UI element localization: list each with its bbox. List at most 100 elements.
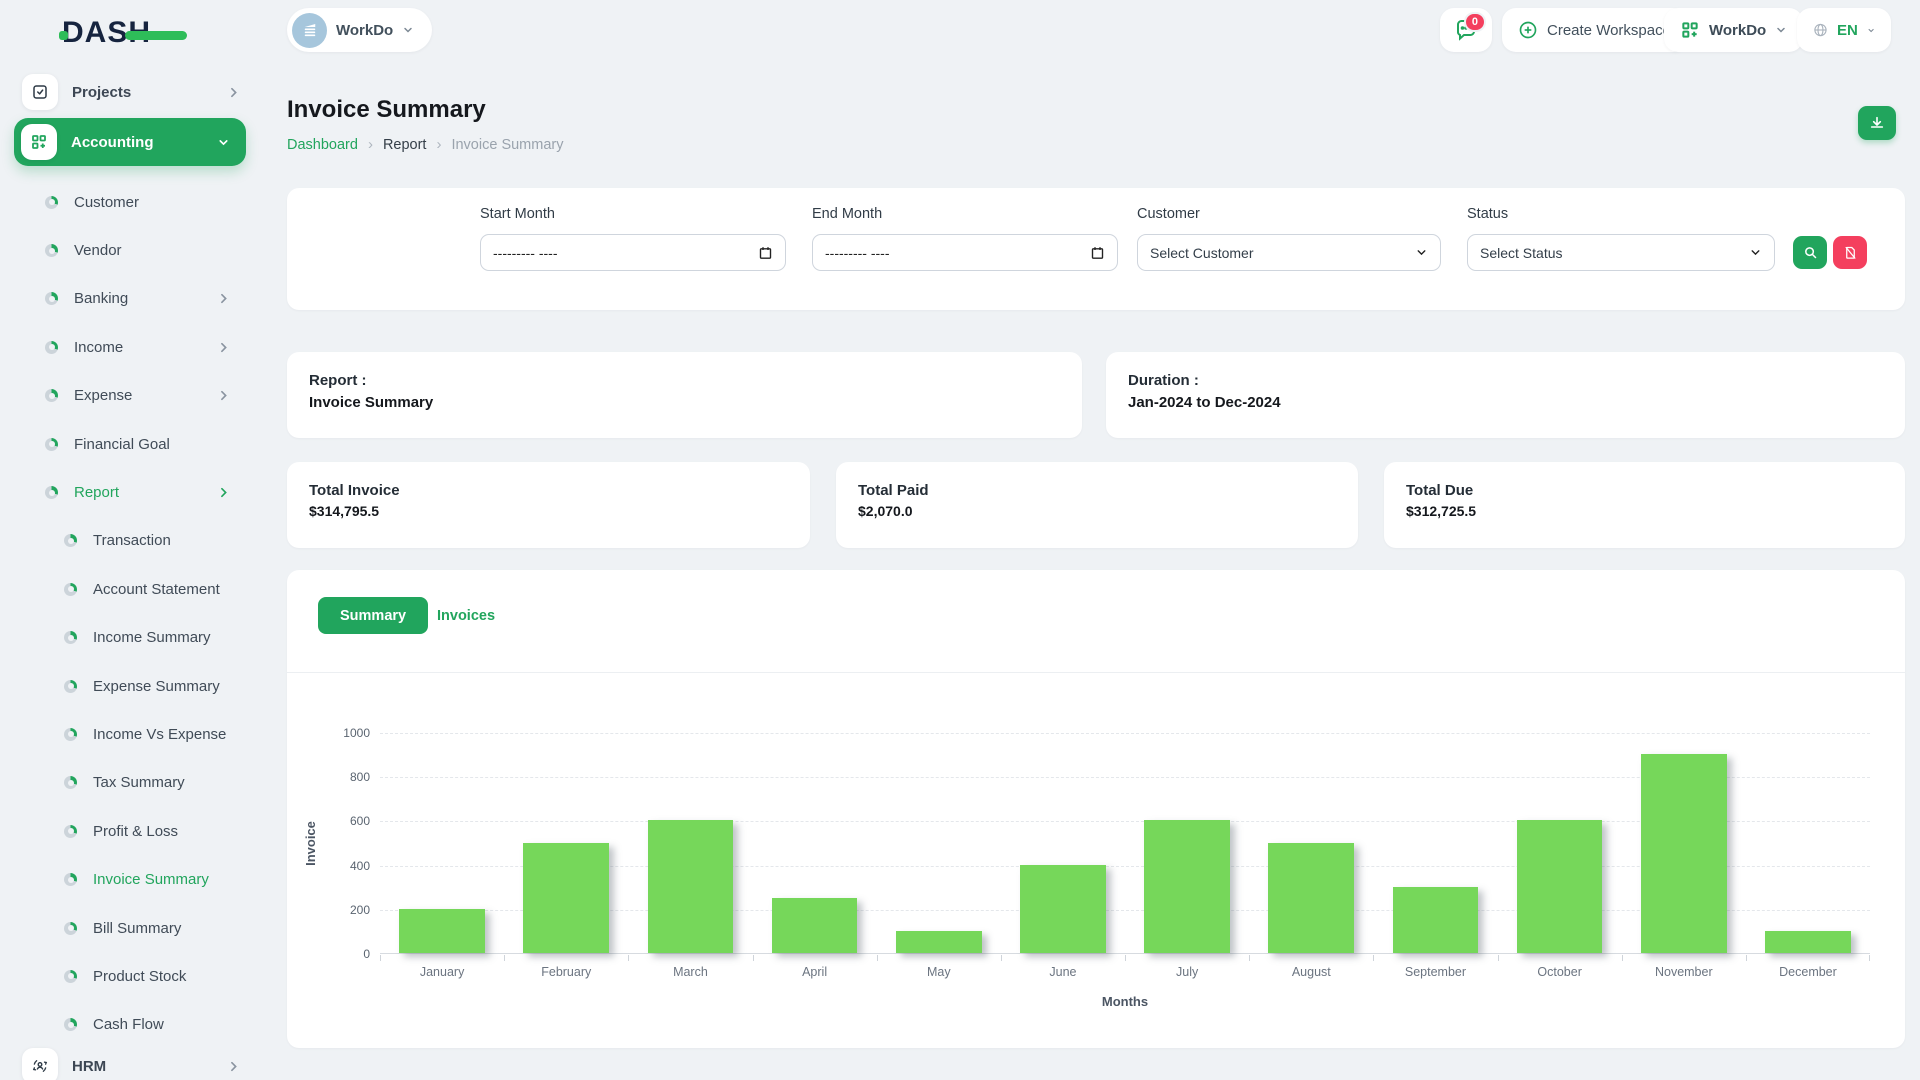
bullet-donut-icon (45, 292, 58, 305)
apply-filter-button[interactable] (1793, 236, 1827, 269)
chevron-down-icon (1867, 25, 1875, 36)
logo-dot (59, 31, 68, 40)
start-month-input[interactable]: --------- ---- (480, 234, 786, 271)
chart-bar-february[interactable] (523, 843, 609, 954)
sidebar-item-vendor[interactable]: Vendor (0, 226, 262, 274)
sidebar-item-account-statement[interactable]: Account Statement (0, 565, 262, 613)
bullet-donut-icon (64, 680, 77, 693)
sidebar-item-income-summary[interactable]: Income Summary (0, 614, 262, 662)
bar-slot (380, 733, 504, 953)
sidebar-item-product-stock[interactable]: Product Stock (0, 952, 262, 1000)
stat-card-total-due: Total Due $312,725.5 (1384, 462, 1905, 548)
bar-slot (753, 733, 877, 953)
workdo-menu-label: WorkDo (1709, 22, 1766, 39)
bar-slot (1746, 733, 1870, 953)
sidebar-item-tax-summary[interactable]: Tax Summary (0, 759, 262, 807)
sidebar-item-bill-summary[interactable]: Bill Summary (0, 904, 262, 952)
hrm-icon-box (22, 1048, 58, 1080)
sidebar-item-label: Income (74, 339, 123, 356)
sidebar-item-profit-loss[interactable]: Profit & Loss (0, 807, 262, 855)
chart-bar-september[interactable] (1393, 887, 1479, 953)
stat-label: Total Due (1406, 482, 1883, 499)
chat-icon-wrap: 0 (1454, 18, 1478, 42)
calendar-icon (758, 245, 773, 260)
sidebar-item-income[interactable]: Income (0, 323, 262, 371)
workspace-avatar (292, 13, 327, 48)
chart-bar-june[interactable] (1020, 865, 1106, 953)
y-axis-tick-label: 1000 (324, 726, 370, 740)
x-axis-tick-label: November (1622, 955, 1746, 979)
sidebar-item-label: Invoice Summary (93, 871, 209, 888)
grid-plus-icon (30, 133, 48, 151)
bullet-donut-icon (64, 631, 77, 644)
create-workspace-button[interactable]: Create Workspace (1502, 8, 1687, 52)
workspace-selector[interactable]: WorkDo (287, 8, 432, 52)
sidebar-item-transaction[interactable]: Transaction (0, 517, 262, 565)
report-name-card: Report : Invoice Summary (287, 352, 1082, 438)
download-report-button[interactable] (1858, 106, 1896, 140)
search-icon (1803, 245, 1818, 260)
logo-dash-bar (125, 31, 187, 40)
bar-slot (1373, 733, 1497, 953)
sidebar-item-hrm[interactable]: HRM (0, 1044, 262, 1080)
language-code: EN (1837, 22, 1858, 39)
y-axis-tick-label: 400 (324, 859, 370, 873)
sidebar-item-label: Tax Summary (93, 774, 185, 791)
sidebar-item-label: Expense Summary (93, 678, 220, 695)
sidebar-item-invoice-summary[interactable]: Invoice Summary (0, 855, 262, 903)
stat-card-total-invoice: Total Invoice $314,795.5 (287, 462, 810, 548)
x-axis-tick-label: September (1373, 955, 1497, 979)
x-axis-tick-label: February (504, 955, 628, 979)
tab-invoices[interactable]: Invoices (425, 597, 507, 634)
sidebar-item-accounting[interactable]: Accounting (14, 118, 246, 166)
messages-button[interactable]: 0 (1440, 8, 1492, 52)
globe-icon (1813, 20, 1828, 40)
chart-bar-november[interactable] (1641, 754, 1727, 953)
workdo-menu-button[interactable]: WorkDo (1664, 8, 1803, 52)
reset-filter-button[interactable] (1833, 236, 1867, 269)
bar-slot (1001, 733, 1125, 953)
chart-bar-january[interactable] (399, 909, 485, 953)
sidebar-item-income-vs-expense[interactable]: Income Vs Expense (0, 710, 262, 758)
x-axis-tick-label: August (1249, 955, 1373, 979)
sidebar-item-label: Vendor (74, 242, 122, 259)
sidebar-item-customer[interactable]: Customer (0, 178, 262, 226)
chevron-right-icon (217, 341, 230, 354)
x-axis-tick-label: June (1001, 955, 1125, 979)
sidebar-item-expense-summary[interactable]: Expense Summary (0, 662, 262, 710)
breadcrumb-dashboard[interactable]: Dashboard (287, 137, 358, 153)
chart-bar-may[interactable] (896, 931, 982, 953)
chart-plot-area: 02004006008001000 (380, 733, 1870, 954)
hrm-label: HRM (72, 1058, 106, 1075)
sidebar-item-projects[interactable]: Projects (0, 70, 262, 114)
chart-bar-april[interactable] (772, 898, 858, 953)
dash-logo[interactable]: DASH (62, 16, 151, 50)
language-selector[interactable]: EN (1797, 8, 1891, 52)
stat-value: $312,725.5 (1406, 503, 1883, 519)
chart-bar-august[interactable] (1268, 843, 1354, 954)
chevron-right-icon (227, 1060, 240, 1073)
end-month-input[interactable]: --------- ---- (812, 234, 1118, 271)
duration-card-value: Jan-2024 to Dec-2024 (1128, 394, 1883, 411)
status-select[interactable]: Select Status (1467, 234, 1775, 271)
sidebar-item-cash-flow[interactable]: Cash Flow (0, 1001, 262, 1049)
breadcrumb-report[interactable]: Report (383, 137, 427, 153)
y-axis-tick-label: 200 (324, 903, 370, 917)
sidebar-item-report[interactable]: Report (0, 468, 262, 516)
chart-bar-march[interactable] (648, 820, 734, 953)
sidebar-item-label: Profit & Loss (93, 823, 178, 840)
sidebar-item-financial-goal[interactable]: Financial Goal (0, 420, 262, 468)
customer-select[interactable]: Select Customer (1137, 234, 1441, 271)
chart-bar-december[interactable] (1765, 931, 1851, 953)
sidebar-item-banking[interactable]: Banking (0, 275, 262, 323)
breadcrumb-separator: › (436, 136, 441, 153)
bar-slot (628, 733, 752, 953)
chart-bar-october[interactable] (1517, 820, 1603, 953)
stat-label: Total Paid (858, 482, 1336, 499)
report-card-value: Invoice Summary (309, 394, 1060, 411)
tab-summary[interactable]: Summary (318, 597, 428, 634)
sidebar-item-expense[interactable]: Expense (0, 372, 262, 420)
bullet-donut-icon (64, 534, 77, 547)
chevron-down-icon (217, 136, 230, 149)
chart-bar-july[interactable] (1144, 820, 1230, 953)
